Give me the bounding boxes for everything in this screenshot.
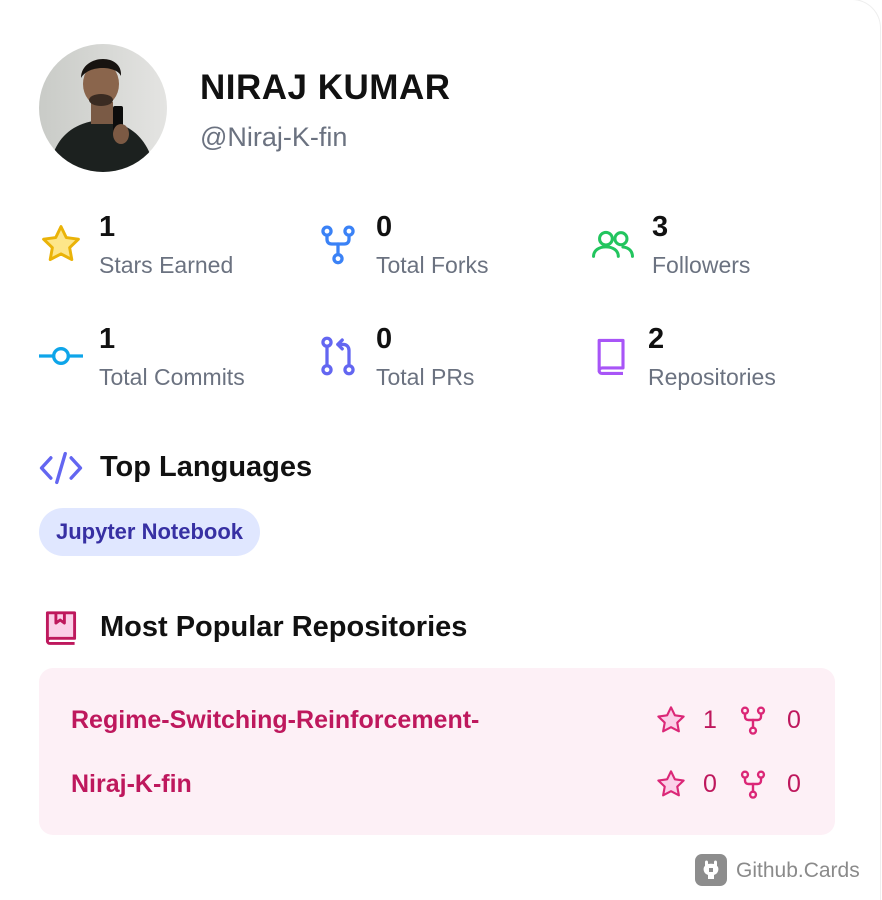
star-icon	[655, 704, 687, 736]
footer-brand-text[interactable]: Github.Cards	[736, 858, 860, 884]
pull-request-icon	[316, 334, 360, 378]
stat-label: Total PRs	[376, 364, 475, 390]
stat-value: 1	[99, 323, 116, 355]
stat-total-commits: 1 Total Commits	[37, 322, 279, 397]
stat-label: Total Forks	[376, 252, 489, 278]
stat-total-prs: 0 Total PRs	[316, 322, 546, 397]
avatar	[39, 44, 167, 172]
repo-star-count: 0	[703, 770, 717, 798]
repo-name-link[interactable]: Regime-Switching-Reinforcement-	[71, 704, 479, 736]
repo-fork-count: 0	[787, 770, 801, 798]
profile-card: NIRAJ KUMAR @Niraj-K-fin 1 Stars Earned …	[0, 0, 880, 900]
stat-repositories: 2 Repositories	[590, 322, 820, 397]
stat-label: Stars Earned	[99, 252, 234, 278]
star-icon	[39, 222, 83, 266]
repo-star-count: 1	[703, 706, 717, 734]
repo-list: Regime-Switching-Reinforcement- 1 0 Nira…	[39, 668, 835, 835]
commit-icon	[37, 334, 85, 378]
section-title-popular-repos: Most Popular Repositories	[100, 611, 468, 643]
language-pill: Jupyter Notebook	[39, 508, 261, 556]
github-icon	[695, 854, 727, 886]
users-icon	[590, 222, 634, 266]
stat-label: Total Commits	[99, 364, 245, 390]
repo-item[interactable]: Regime-Switching-Reinforcement- 1 0	[39, 700, 835, 740]
stat-total-forks: 0 Total Forks	[316, 210, 546, 285]
repo-book-icon	[44, 610, 78, 648]
repo-fork-count: 0	[787, 706, 801, 734]
fork-icon	[737, 704, 769, 736]
stat-value: 3	[652, 211, 669, 243]
stat-value: 0	[376, 211, 393, 243]
repo-item[interactable]: Niraj-K-fin 0 0	[39, 764, 835, 804]
star-icon	[655, 768, 687, 800]
section-title-top-languages: Top Languages	[100, 451, 313, 483]
code-icon	[39, 450, 83, 486]
stat-followers: 3 Followers	[590, 210, 820, 285]
stat-value: 0	[376, 323, 393, 355]
stat-label: Followers	[652, 252, 751, 278]
fork-icon	[316, 222, 360, 266]
stat-label: Repositories	[648, 364, 776, 390]
profile-handle[interactable]: @Niraj-K-fin	[200, 121, 347, 153]
stat-value: 2	[648, 323, 665, 355]
stat-stars-earned: 1 Stars Earned	[39, 210, 269, 285]
fork-icon	[737, 768, 769, 800]
stat-value: 1	[99, 211, 116, 243]
profile-name: NIRAJ KUMAR	[200, 68, 451, 107]
repo-name-link[interactable]: Niraj-K-fin	[71, 768, 192, 800]
book-icon	[590, 334, 634, 378]
